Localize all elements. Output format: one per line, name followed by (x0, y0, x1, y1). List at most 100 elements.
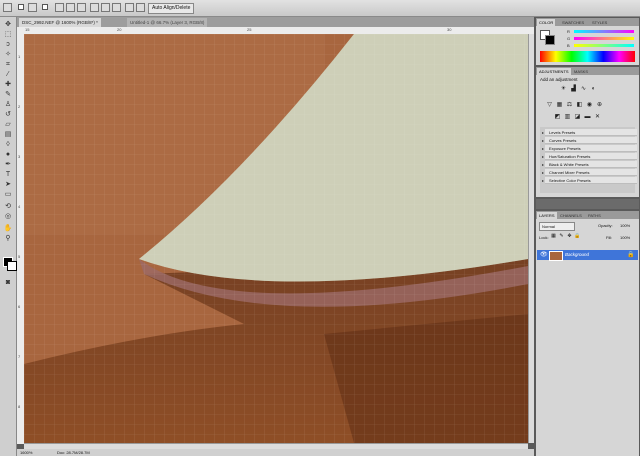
distribute-spacing-icon[interactable] (136, 3, 145, 12)
align-bottom-icon[interactable] (77, 3, 86, 12)
type-icon[interactable]: T (3, 171, 13, 179)
exposure-icon[interactable]: ◐ (590, 86, 597, 93)
brush-icon[interactable]: ✎ (3, 91, 13, 99)
curves-icon[interactable]: ∿ (580, 86, 587, 93)
move-icon[interactable]: ✥ (3, 21, 13, 29)
dodge-icon[interactable]: ● (3, 151, 13, 159)
ruler-label: 1 (18, 54, 21, 59)
red-slider[interactable] (574, 30, 634, 33)
tab-untitled-1[interactable]: Untitled-1 @ 66.7% (Layer 3, RGB/8) (127, 18, 208, 27)
lasso-icon[interactable]: ↄ (3, 41, 13, 49)
ruler-label: 8 (18, 404, 21, 409)
brightness-icon[interactable]: ☀ (560, 86, 567, 93)
ruler-label: 15 (25, 27, 30, 32)
document-canvas[interactable] (24, 34, 528, 443)
healing-brush-icon[interactable]: ✚ (3, 81, 13, 89)
preset-black-white[interactable]: Black & White Presets (542, 161, 637, 168)
blur-icon[interactable]: ◊ (3, 141, 13, 149)
gradient-map-icon[interactable]: ▬ (584, 114, 591, 121)
document-tab-bar: DSC_2992.NEF @ 1600% (RGB/8*) * Untitled… (17, 17, 534, 27)
levels-icon[interactable]: ▟ (570, 86, 577, 93)
tab-masks[interactable]: MASKS (572, 68, 590, 75)
lock-position-icon[interactable]: ✥ (566, 233, 573, 240)
layer-row-background[interactable]: 👁 Background 🔒 (537, 250, 638, 261)
lock-icon: 🔒 (627, 252, 635, 258)
preset-curves[interactable]: Curves Presets (542, 137, 637, 144)
channel-mixer-icon[interactable]: ⊕ (596, 102, 603, 109)
vibrance-icon[interactable]: ▽ (546, 102, 553, 109)
3d-rotate-icon[interactable]: ⟲ (3, 203, 13, 211)
lock-all-icon[interactable]: 🔒 (574, 233, 581, 240)
background-color-swatch[interactable] (7, 261, 17, 271)
align-top-icon[interactable] (55, 3, 64, 12)
vertical-scrollbar[interactable] (528, 34, 534, 443)
zoom-icon[interactable]: ⚲ (3, 235, 13, 243)
posterize-icon[interactable]: ▥ (564, 114, 571, 121)
hue-saturation-icon[interactable]: ▦ (556, 102, 563, 109)
path-selection-icon[interactable]: ➤ (3, 181, 13, 189)
distribute-icon[interactable] (125, 3, 134, 12)
channel-b-label: B (567, 43, 570, 48)
tab-styles[interactable]: STYLES (590, 19, 609, 26)
tab-swatches[interactable]: SWATCHES (560, 19, 586, 26)
align-left-icon[interactable] (90, 3, 99, 12)
status-bar: 1600% Doc: 28.7M/28.7M (17, 449, 534, 456)
gradient-icon[interactable]: ▤ (3, 131, 13, 139)
pen-icon[interactable]: ✒ (3, 161, 13, 169)
quick-mask-icon[interactable]: ◙ (3, 279, 13, 287)
auto-select-checkbox[interactable] (18, 4, 24, 10)
zoom-level[interactable]: 1600% (20, 449, 32, 456)
doc-size[interactable]: Doc: 28.7M/28.7M (57, 449, 90, 456)
ruler-label: 25 (247, 27, 252, 32)
invert-icon[interactable]: ◩ (554, 114, 561, 121)
preset-selective-color[interactable]: Selective Color Presets (542, 177, 637, 184)
3d-orbit-icon[interactable]: ◎ (3, 213, 13, 221)
align-hcenter-icon[interactable] (101, 3, 110, 12)
align-vcenter-icon[interactable] (66, 3, 75, 12)
threshold-icon[interactable]: ◪ (574, 114, 581, 121)
show-transform-controls-checkbox[interactable] (42, 4, 48, 10)
green-slider[interactable] (574, 37, 634, 40)
auto-select-dropdown[interactable] (28, 3, 37, 12)
magic-wand-icon[interactable]: ✧ (3, 51, 13, 59)
shape-icon[interactable]: ▭ (3, 191, 13, 199)
background-swatch[interactable] (545, 35, 555, 45)
preset-channel-mixer[interactable]: Channel Mixer Presets (542, 169, 637, 176)
lock-image-icon[interactable]: ✎ (558, 233, 565, 240)
preset-exposure[interactable]: Exposure Presets (542, 145, 637, 152)
presets-list: Levels Presets Curves Presets Exposure P… (540, 127, 637, 193)
preset-hue-saturation[interactable]: Hue/Saturation Presets (542, 153, 637, 160)
eraser-icon[interactable]: ▱ (3, 121, 13, 129)
color-ramp[interactable] (540, 51, 635, 62)
lock-label: Lock: (539, 235, 549, 240)
selective-color-icon[interactable]: ✕ (594, 114, 601, 121)
opacity-label: Opacity: (598, 223, 613, 228)
layer-name[interactable]: Background (565, 250, 589, 260)
tab-layers[interactable]: LAYERS (537, 212, 557, 219)
color-balance-icon[interactable]: ⚖ (566, 102, 573, 109)
tab-color[interactable]: COLOR (537, 19, 556, 26)
history-brush-icon[interactable]: ↺ (3, 111, 13, 119)
color-panel-tabs: COLOR SWATCHES STYLES (536, 18, 639, 26)
crop-icon[interactable]: ⌗ (3, 61, 13, 69)
eyedropper-icon[interactable]: ⁄ (3, 71, 13, 79)
marquee-icon[interactable]: ⬚ (3, 31, 13, 39)
eye-icon[interactable]: 👁 (540, 250, 548, 260)
align-right-icon[interactable] (112, 3, 121, 12)
opacity-value[interactable]: 100% (620, 223, 630, 228)
preset-levels[interactable]: Levels Presets (542, 129, 637, 136)
lock-transparent-icon[interactable]: ▦ (550, 233, 557, 240)
black-white-icon[interactable]: ◧ (576, 102, 583, 109)
photo-filter-icon[interactable]: ◉ (586, 102, 593, 109)
fill-value[interactable]: 100% (620, 235, 630, 240)
auto-align-button[interactable]: Auto Align/Delete (148, 3, 195, 14)
tab-adjustments[interactable]: ADJUSTMENTS (537, 68, 571, 75)
blue-slider[interactable] (574, 44, 634, 47)
tab-dsc-2992[interactable]: DSC_2992.NEF @ 1600% (RGB/8*) * (19, 18, 101, 27)
blend-mode-select[interactable]: Normal (539, 222, 575, 231)
move-tool-icon[interactable] (3, 3, 12, 12)
tab-paths[interactable]: PATHS (586, 212, 603, 219)
clone-stamp-icon[interactable]: ♙ (3, 101, 13, 109)
hand-icon[interactable]: ✋ (3, 225, 13, 233)
tab-channels[interactable]: CHANNELS (558, 212, 584, 219)
